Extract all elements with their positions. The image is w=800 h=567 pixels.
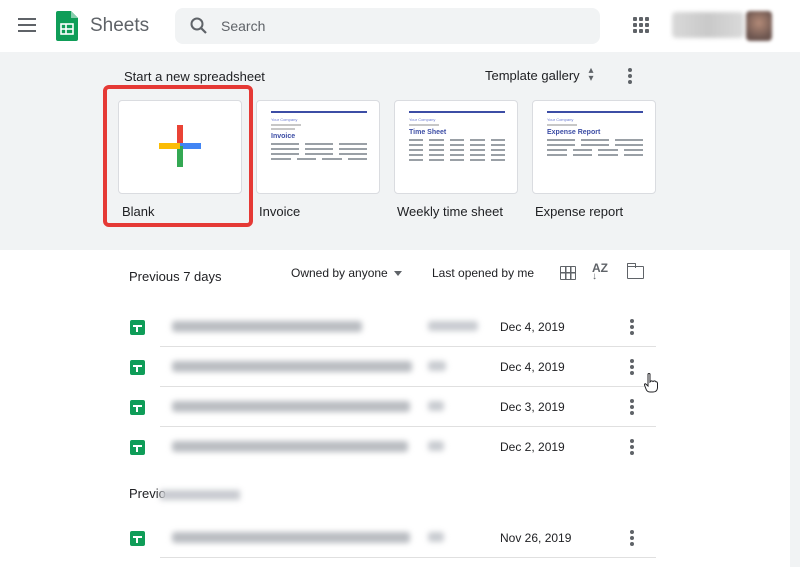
file-owner-blurred	[428, 532, 444, 542]
file-owner-blurred	[428, 401, 444, 411]
app-header: Sheets	[0, 0, 800, 52]
invoice-preview: Your Company Invoice	[271, 111, 367, 160]
spreadsheet-icon	[130, 440, 145, 455]
more-vert-icon[interactable]	[630, 319, 634, 335]
file-owner-blurred	[428, 361, 446, 371]
file-row[interactable]: Dec 4, 2019	[120, 307, 656, 347]
file-row[interactable]: Nov 26, 2019	[120, 518, 656, 558]
search-input[interactable]	[221, 14, 581, 38]
file-owner-blurred	[428, 321, 478, 331]
template-blank-card[interactable]	[118, 100, 242, 194]
spreadsheet-icon	[130, 320, 145, 335]
expense-report-preview-company: Your Company	[547, 117, 574, 122]
time-sheet-preview-company: Your Company	[409, 117, 436, 122]
template-invoice-label[interactable]: Invoice	[259, 204, 300, 219]
template-expense-report-card[interactable]: Your Company Expense Report	[532, 100, 656, 194]
template-invoice-card[interactable]: Your Company Invoice	[256, 100, 380, 194]
google-apps-icon[interactable]	[633, 17, 649, 33]
avatar[interactable]	[746, 11, 772, 41]
spreadsheet-icon	[130, 360, 145, 375]
more-vert-icon[interactable]	[630, 359, 634, 375]
more-vert-icon[interactable]	[630, 530, 634, 546]
file-name-blurred	[172, 321, 362, 332]
invoice-preview-company: Your Company	[271, 117, 298, 122]
scrollbar-track[interactable]	[790, 52, 800, 567]
expense-report-preview: Your Company Expense Report	[547, 111, 643, 156]
time-sheet-preview-heading: Time Sheet	[409, 129, 447, 136]
dropdown-caret-icon[interactable]	[394, 271, 402, 276]
file-date: Dec 3, 2019	[500, 400, 565, 414]
file-row[interactable]: Dec 4, 2019	[120, 347, 656, 387]
invoice-preview-heading: Invoice	[271, 133, 296, 140]
hand-pointer-cursor-icon	[644, 373, 658, 393]
previous-30-days-title: Previo	[129, 486, 240, 501]
account-name-blurred[interactable]	[672, 12, 744, 38]
template-gallery-band: Start a new spreadsheet Template gallery…	[0, 52, 800, 250]
file-name-blurred	[172, 441, 408, 452]
spreadsheet-icon	[130, 531, 145, 546]
file-name-blurred	[172, 361, 412, 372]
template-gallery-button[interactable]: Template gallery	[485, 68, 580, 83]
start-new-spreadsheet-title: Start a new spreadsheet	[124, 69, 265, 84]
file-name-blurred	[172, 532, 410, 543]
expense-report-preview-heading: Expense Report	[547, 129, 601, 136]
app-title: Sheets	[90, 15, 150, 36]
file-date: Dec 4, 2019	[500, 360, 565, 374]
file-owner-blurred	[428, 441, 444, 451]
file-row[interactable]: Dec 3, 2019	[120, 387, 656, 427]
plus-icon	[159, 125, 201, 167]
sort-by-last-opened[interactable]: Last opened by me	[432, 266, 534, 280]
search-icon[interactable]	[189, 16, 209, 36]
template-time-sheet-card[interactable]: Your Company Time Sheet	[394, 100, 518, 194]
more-vert-icon[interactable]	[630, 439, 634, 455]
file-name-blurred	[172, 401, 410, 412]
search-bar[interactable]	[175, 8, 600, 44]
time-sheet-preview: Your Company Time Sheet	[409, 111, 506, 161]
main-menu-icon[interactable]	[16, 15, 38, 37]
template-time-sheet-label[interactable]: Weekly time sheet	[397, 204, 503, 219]
template-expense-report-label[interactable]: Expense report	[535, 204, 623, 219]
more-vert-icon[interactable]	[630, 399, 634, 415]
sheets-logo-icon[interactable]	[56, 11, 78, 41]
templates-more-icon[interactable]	[628, 68, 632, 84]
sort-az-icon[interactable]: AZ ↓	[592, 262, 608, 282]
spreadsheet-icon	[130, 400, 145, 415]
file-date: Nov 26, 2019	[500, 531, 572, 545]
file-date: Dec 2, 2019	[500, 440, 565, 454]
grid-view-icon[interactable]	[560, 266, 576, 280]
previous-7-days-title: Previous 7 days	[129, 269, 222, 284]
owner-filter-dropdown[interactable]: Owned by anyone	[291, 266, 388, 280]
file-date: Dec 4, 2019	[500, 320, 565, 334]
file-row[interactable]: Dec 2, 2019	[120, 427, 656, 467]
folder-icon[interactable]	[626, 263, 644, 279]
unfold-more-icon[interactable]: ▴ ▾	[586, 66, 596, 85]
template-blank-label[interactable]: Blank	[122, 204, 155, 219]
